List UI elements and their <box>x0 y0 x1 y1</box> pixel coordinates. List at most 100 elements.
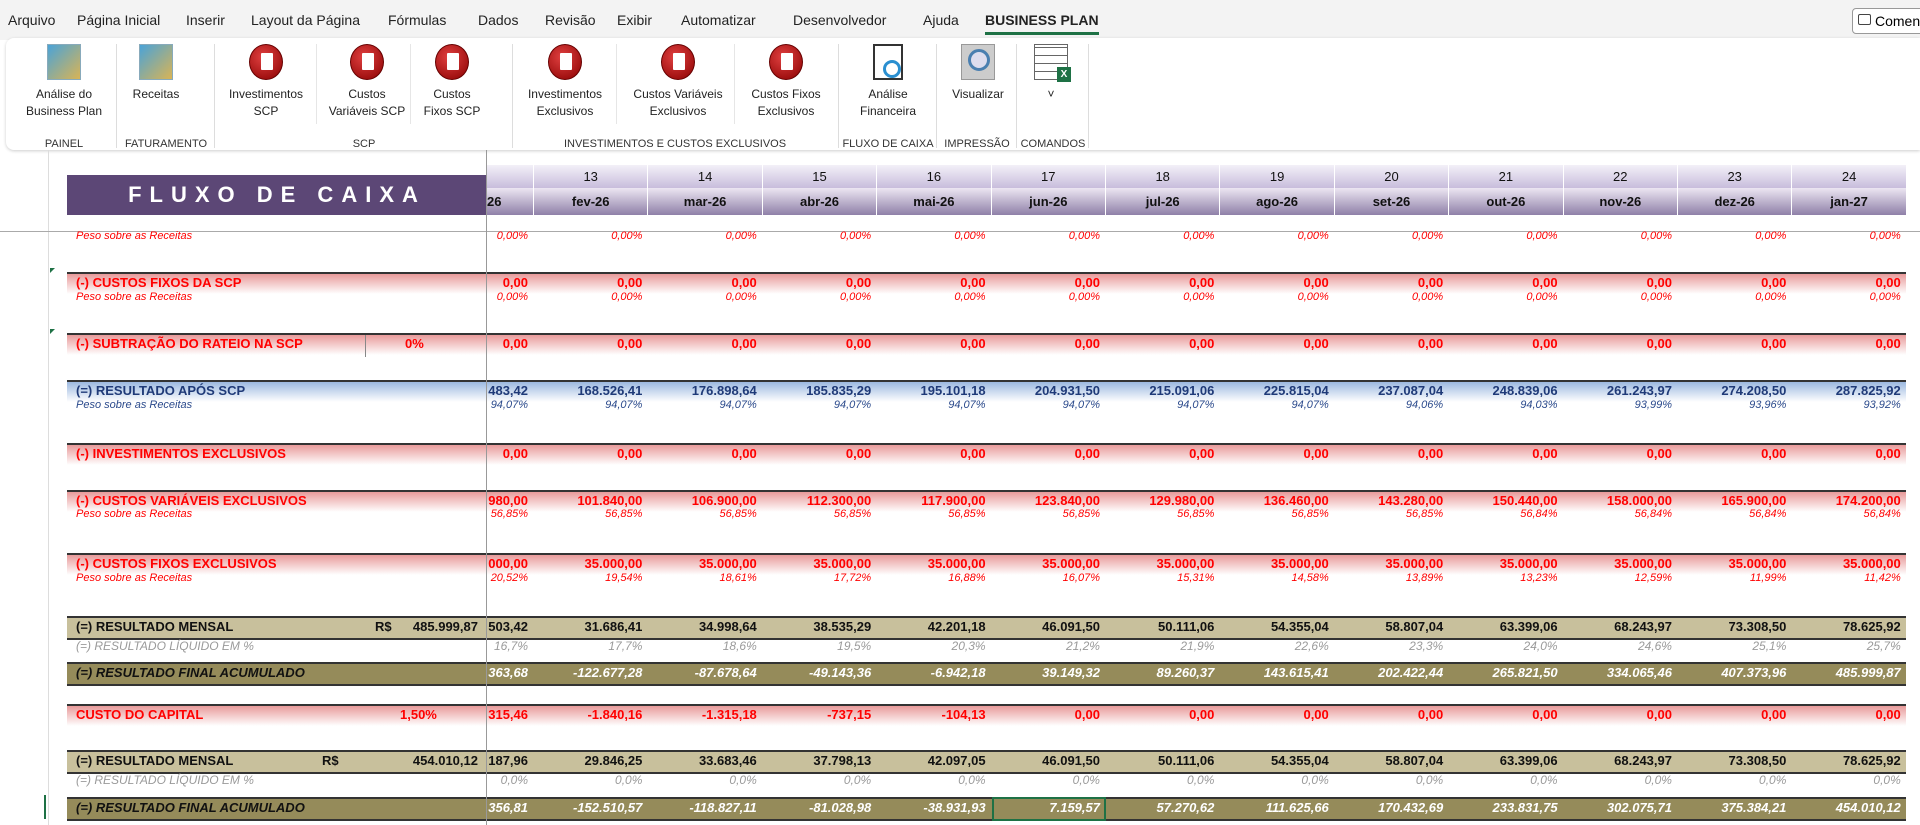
table-cell[interactable]: 0,00% <box>648 230 762 242</box>
table-cell[interactable]: 42.097,05 <box>877 753 991 768</box>
table-cell[interactable]: 29.846,25 <box>534 753 648 768</box>
ribbon-button-3[interactable]: Custos Variáveis SCP <box>318 44 416 120</box>
table-cell[interactable]: 35.000,00 <box>763 556 877 571</box>
table-cell[interactable]: 0,00 <box>1564 336 1678 351</box>
table-cell[interactable]: 0,00 <box>1449 275 1563 290</box>
table-cell[interactable]: -118.827,11 <box>648 800 762 815</box>
ribbon-button-5[interactable]: Investimentos Exclusivos <box>514 44 616 120</box>
table-cell[interactable]: 195.101,18 <box>877 383 991 398</box>
table-cell[interactable]: 56,85% <box>1220 508 1334 520</box>
table-cell[interactable]: 0,00% <box>1792 230 1906 242</box>
menu-automatizar[interactable]: Automatizar <box>681 12 756 28</box>
table-cell[interactable]: 407.373,96 <box>1678 665 1792 680</box>
table-cell[interactable]: 11,99% <box>1678 572 1792 584</box>
menu-arquivo[interactable]: Arquivo <box>8 12 55 28</box>
table-cell[interactable]: 94,07% <box>877 399 991 411</box>
table-cell[interactable]: 18,61% <box>648 572 762 584</box>
ribbon-button-9[interactable]: Visualizar <box>938 44 1018 103</box>
table-cell[interactable]: 274.208,50 <box>1678 383 1792 398</box>
table-cell[interactable]: 233.831,75 <box>1449 800 1563 815</box>
table-cell[interactable]: 16,07% <box>992 572 1106 584</box>
table-cell[interactable]: 0,0% <box>763 773 877 787</box>
ribbon-button-4[interactable]: Custos Fixos SCP <box>412 44 492 120</box>
table-cell[interactable]: 34.998,64 <box>648 619 762 634</box>
table-cell[interactable]: 356,81 <box>487 800 534 815</box>
table-cell[interactable]: -1.315,18 <box>648 707 762 722</box>
table-cell[interactable]: 315,46 <box>487 707 534 722</box>
table-cell[interactable]: 000,00 <box>487 556 534 571</box>
ribbon-button-10[interactable]: ˅ <box>1018 44 1084 103</box>
table-cell[interactable]: 12,59% <box>1564 572 1678 584</box>
table-cell[interactable]: 14,58% <box>1220 572 1334 584</box>
table-cell[interactable]: 56,85% <box>1335 508 1449 520</box>
table-cell[interactable]: 185.835,29 <box>763 383 877 398</box>
table-cell[interactable]: 0,00% <box>1335 230 1449 242</box>
ribbon-button-6[interactable]: Custos Variáveis Exclusivos <box>618 44 738 120</box>
table-cell[interactable]: 0,00 <box>1335 336 1449 351</box>
table-cell[interactable]: 38.535,29 <box>763 619 877 634</box>
table-cell[interactable]: 0,00% <box>1106 291 1220 303</box>
table-cell[interactable]: 0,00% <box>763 291 877 303</box>
table-cell[interactable]: 56,85% <box>1106 508 1220 520</box>
table-cell[interactable]: -122.677,28 <box>534 665 648 680</box>
table-cell[interactable]: 363,68 <box>487 665 534 680</box>
table-cell[interactable]: 94,07% <box>534 399 648 411</box>
table-cell[interactable]: 0,00 <box>877 275 991 290</box>
table-cell[interactable]: 35.000,00 <box>648 556 762 571</box>
table-cell[interactable]: 20,52% <box>487 572 534 584</box>
table-cell[interactable]: 0,00 <box>1678 336 1792 351</box>
table-cell[interactable]: 215.091,06 <box>1106 383 1220 398</box>
ribbon-button-8[interactable]: Análise Financeira <box>840 44 936 120</box>
table-cell[interactable]: 56,85% <box>487 508 534 520</box>
table-cell[interactable]: 287.825,92 <box>1792 383 1906 398</box>
table-cell[interactable]: 15,31% <box>1106 572 1220 584</box>
table-cell[interactable]: 39.149,32 <box>992 665 1106 680</box>
table-cell[interactable]: 0,00 <box>534 446 648 461</box>
table-cell[interactable]: 0,0% <box>1792 773 1906 787</box>
table-cell[interactable]: 225.815,04 <box>1220 383 1334 398</box>
table-cell[interactable]: 0,0% <box>1220 773 1334 787</box>
menu-revis-o[interactable]: Revisão <box>545 12 596 28</box>
table-cell[interactable]: 503,42 <box>487 619 534 634</box>
table-cell[interactable]: 56,85% <box>648 508 762 520</box>
table-cell[interactable]: 0,00% <box>1220 291 1334 303</box>
table-cell[interactable]: 0,00 <box>1106 446 1220 461</box>
table-cell[interactable]: -6.942,18 <box>877 665 991 680</box>
table-cell[interactable]: 0,00 <box>1792 707 1906 722</box>
table-cell[interactable]: 0,00 <box>1564 446 1678 461</box>
table-cell[interactable]: 0,00% <box>763 230 877 242</box>
menu-business-plan[interactable]: BUSINESS PLAN <box>985 12 1099 35</box>
table-cell[interactable]: 94,07% <box>992 399 1106 411</box>
table-cell[interactable]: 485.999,87 <box>1792 665 1906 680</box>
table-cell[interactable]: 111.625,66 <box>1220 800 1334 815</box>
table-cell[interactable]: 129.980,00 <box>1106 493 1220 508</box>
table-cell[interactable]: 0,00 <box>763 275 877 290</box>
table-cell[interactable]: 237.087,04 <box>1335 383 1449 398</box>
table-cell[interactable]: -1.840,16 <box>534 707 648 722</box>
table-cell[interactable]: 50.111,06 <box>1106 619 1220 634</box>
menu-inserir[interactable]: Inserir <box>186 12 225 28</box>
table-cell[interactable]: 0,00% <box>1792 291 1906 303</box>
table-cell[interactable]: 94,07% <box>487 399 534 411</box>
table-cell[interactable]: 202.422,44 <box>1335 665 1449 680</box>
table-cell[interactable]: -737,15 <box>763 707 877 722</box>
table-cell[interactable]: 0,00% <box>1564 291 1678 303</box>
table-cell[interactable]: 375.384,21 <box>1678 800 1792 815</box>
table-cell[interactable]: 35.000,00 <box>534 556 648 571</box>
table-cell[interactable]: 0,00 <box>1564 275 1678 290</box>
table-cell[interactable]: 0,0% <box>648 773 762 787</box>
table-cell[interactable]: 94,03% <box>1449 399 1563 411</box>
comments-button[interactable]: Comentários <box>1852 8 1920 34</box>
row-parameter[interactable]: 0% <box>405 336 424 351</box>
table-cell[interactable]: 0,00 <box>1678 446 1792 461</box>
table-cell[interactable]: 16,7% <box>487 639 534 653</box>
table-cell[interactable]: 0,00% <box>487 230 534 242</box>
table-cell[interactable]: 168.526,41 <box>534 383 648 398</box>
table-cell[interactable]: 158.000,00 <box>1564 493 1678 508</box>
table-cell[interactable]: 0,00 <box>1792 446 1906 461</box>
table-cell[interactable]: 0,00 <box>992 336 1106 351</box>
table-cell[interactable]: 35.000,00 <box>1449 556 1563 571</box>
table-cell[interactable]: 0,00 <box>1678 275 1792 290</box>
table-cell[interactable]: 35.000,00 <box>1106 556 1220 571</box>
table-cell[interactable]: 0,00 <box>1220 275 1334 290</box>
